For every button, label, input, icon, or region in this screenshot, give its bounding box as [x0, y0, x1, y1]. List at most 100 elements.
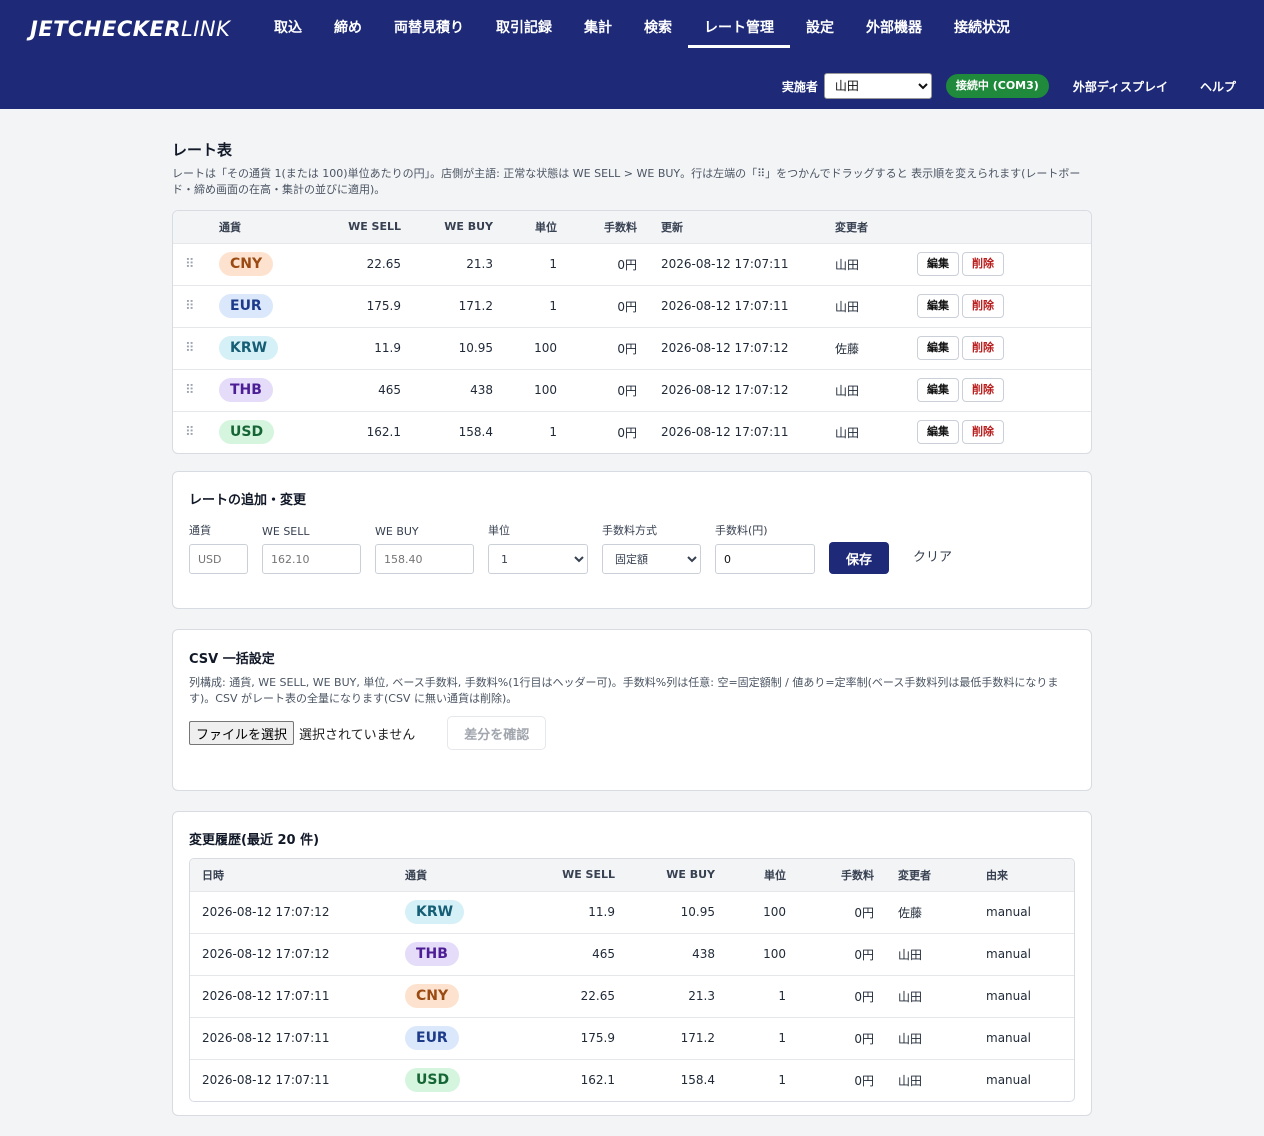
nav-item-4[interactable]: 集計: [568, 0, 628, 48]
drag-cell: ⠿: [173, 410, 219, 453]
history-header-row: 日時 通貨 WE SELL WE BUY 単位 手数料 変更者 由来: [190, 859, 1074, 891]
delete-button[interactable]: 削除: [962, 420, 1004, 445]
logo-thin-text: LINK: [181, 17, 231, 41]
delete-button[interactable]: 削除: [962, 336, 1004, 360]
history-title: 変更履歴(最近 20 件): [189, 833, 320, 848]
hist-we-buy-cell: 10.95: [615, 890, 715, 933]
history-table: 日時 通貨 WE SELL WE BUY 単位 手数料 変更者 由来 2026-…: [190, 859, 1074, 1101]
actions-cell: 編集 削除: [917, 368, 1091, 411]
operator-label: 実施者: [781, 79, 818, 94]
history-row: 2026-08-12 17:07:12 THB 465 438 100 0円 山田 manua…: [190, 932, 1074, 975]
history-row: 2026-08-12 17:07:11 USD 162.1 158.4 1 0円 山田 man…: [190, 1058, 1074, 1101]
save-button[interactable]: 保存: [829, 542, 890, 574]
col-we-buy: WE BUY: [401, 211, 493, 243]
nav-item-7[interactable]: 設定: [790, 0, 850, 48]
unit-cell: 100: [493, 368, 557, 411]
edit-button[interactable]: 編集: [917, 336, 959, 360]
csv-card: CSV 一括設定 列構成: 通貨, WE SELL, WE BUY, 単位, ベ…: [172, 629, 1092, 791]
rate-row: ⠿ KRW 11.9 10.95 100 0円 2026-08-12 17:07:12 佐藤編…: [173, 326, 1091, 369]
nav-item-8[interactable]: 外部機器: [850, 0, 938, 48]
hist-fee-cell: 0円: [786, 1016, 874, 1059]
nav-item-6[interactable]: レート管理: [688, 0, 790, 48]
clear-button[interactable]: クリア: [913, 542, 952, 574]
fee-cell: 0円: [557, 410, 637, 453]
rate-row: ⠿ EUR 175.9 171.2 1 0円 2026-08-12 17:07:11 山田 編集…: [173, 284, 1091, 327]
changed-by-cell: 山田: [835, 368, 917, 411]
edit-button[interactable]: 編集: [917, 420, 959, 445]
hist-col-currency: 通貨: [405, 859, 503, 891]
we-sell-input[interactable]: [262, 544, 361, 574]
we-sell-field-label: WE SELL: [262, 525, 310, 538]
add-rate-title: レートの追加・変更: [189, 493, 307, 508]
rate-table-section: レート表 レートは「その通貨 1(または 100)単位あたりの円」。店側が主語:…: [172, 139, 1092, 454]
col-changed-by: 変更者: [835, 211, 917, 243]
actions-cell: 編集 削除: [917, 326, 1091, 369]
currency-badge: KRW: [405, 900, 465, 924]
updated-cell: 2026-08-12 17:07:12: [637, 368, 835, 411]
help-link[interactable]: ヘルプ: [1200, 78, 1236, 95]
csv-description: 列構成: 通貨, WE SELL, WE BUY, 単位, ベース手数料, 手数…: [189, 676, 1059, 705]
hist-time-cell: 2026-08-12 17:07:11: [190, 1058, 405, 1101]
hist-currency-cell: THB: [405, 932, 503, 975]
hist-fee-cell: 0円: [786, 1058, 874, 1101]
app-header: JETCHECKERLINK 取込 締め 両替見積り 取引記録 集計 検索 レート管理 設定外…: [0, 0, 1264, 109]
currency-badge: EUR: [219, 294, 273, 318]
nav-item-1[interactable]: 締め: [318, 0, 378, 48]
hist-we-sell-cell: 11.9: [503, 890, 615, 933]
we-sell-field: WE SELL: [262, 525, 361, 574]
hist-fee-cell: 0円: [786, 932, 874, 975]
updated-cell: 2026-08-12 17:07:11: [637, 410, 835, 453]
nav-item-3[interactable]: 取引記録: [480, 0, 568, 48]
drag-cell: ⠿: [173, 242, 219, 285]
edit-button[interactable]: 編集: [917, 252, 959, 276]
nav-item-9[interactable]: 接続状況: [938, 0, 1026, 48]
actions-cell: 編集 削除: [917, 242, 1091, 285]
nav-item-2[interactable]: 両替見積り: [378, 0, 480, 48]
we-buy-input[interactable]: [375, 544, 474, 574]
drag-handle-icon[interactable]: ⠿: [173, 341, 195, 356]
external-display-link[interactable]: 外部ディスプレイ: [1073, 78, 1168, 95]
operator-select[interactable]: 山田: [823, 73, 932, 99]
hist-currency-cell: EUR: [405, 1016, 503, 1059]
edit-button[interactable]: 編集: [917, 294, 959, 318]
history-table-body: 2026-08-12 17:07:12 KRW 11.9 10.95 100 0円 佐藤 ma…: [190, 890, 1074, 1101]
app-logo[interactable]: JETCHECKERLINK: [30, 17, 230, 41]
fee-method-field-label: 手数料方式: [602, 524, 657, 537]
edit-button[interactable]: 編集: [917, 378, 959, 402]
fee-method-select[interactable]: 固定額: [602, 544, 701, 574]
delete-button[interactable]: 削除: [962, 252, 1004, 276]
drag-handle-icon[interactable]: ⠿: [173, 425, 195, 440]
rate-table-header-row: 通貨 WE SELL WE BUY 単位 手数料 更新 変更者: [173, 211, 1091, 243]
updated-cell: 2026-08-12 17:07:11: [637, 284, 835, 327]
hist-source-cell: manual: [962, 1016, 1074, 1059]
hist-time-cell: 2026-08-12 17:07:12: [190, 932, 405, 975]
nav-item-5[interactable]: 検索: [628, 0, 688, 48]
drag-handle-icon[interactable]: ⠿: [173, 383, 195, 398]
drag-handle-icon[interactable]: ⠿: [173, 299, 195, 314]
nav-item-0[interactable]: 取込: [258, 0, 318, 48]
choose-file-button[interactable]: ファイルを選択: [189, 721, 295, 745]
we-buy-cell: 21.3: [401, 242, 493, 285]
drag-handle-icon[interactable]: ⠿: [173, 257, 195, 272]
delete-button[interactable]: 削除: [962, 378, 1004, 402]
we-buy-cell: 438: [401, 368, 493, 411]
currency-cell: CNY: [219, 242, 329, 285]
unit-select[interactable]: 1: [488, 544, 588, 574]
col-unit: 単位: [493, 211, 557, 243]
logo-bold-text: JETCHECKER: [30, 17, 182, 41]
rate-table-card: 通貨 WE SELL WE BUY 単位 手数料 更新 変更者 ⠿ CNY 22.6…: [172, 210, 1092, 454]
fee-input[interactable]: [715, 544, 815, 574]
currency-input[interactable]: [189, 544, 248, 574]
hist-currency-cell: USD: [405, 1058, 503, 1101]
history-row: 2026-08-12 17:07:11 EUR 175.9 171.2 1 0円 山田 man…: [190, 1016, 1074, 1059]
we-sell-cell: 22.65: [329, 242, 401, 285]
hist-we-sell-cell: 465: [503, 932, 615, 975]
rate-row: ⠿ THB 465 438 100 0円 2026-08-12 17:07:12 山田 編集 削除: [173, 368, 1091, 411]
delete-button[interactable]: 削除: [962, 294, 1004, 318]
we-sell-cell: 11.9: [329, 326, 401, 369]
hist-col-time: 日時: [190, 859, 405, 891]
check-diff-button[interactable]: 差分を確認: [447, 716, 547, 750]
csv-title: CSV 一括設定: [189, 652, 275, 667]
hist-changed-by-cell: 山田: [874, 1016, 962, 1059]
currency-cell: THB: [219, 368, 329, 411]
